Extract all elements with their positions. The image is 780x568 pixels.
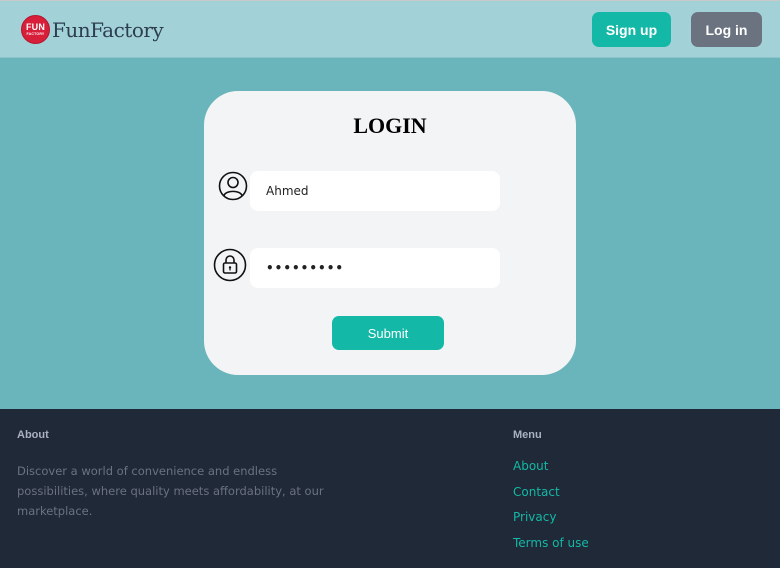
login-card: LOGIN Ahmed ••••••••• Submit: [204, 91, 576, 375]
funfactory-logo-icon: FUN FACTORY: [21, 15, 50, 44]
footer-about: About Discover a world of convenience an…: [17, 429, 337, 521]
footer-link-contact[interactable]: Contact: [513, 482, 713, 508]
footer-about-text: Discover a world of convenience and endl…: [17, 464, 324, 518]
username-input[interactable]: Ahmed: [250, 171, 500, 211]
signup-button[interactable]: Sign up: [592, 12, 671, 47]
footer-about-heading: About: [17, 429, 49, 441]
logo-text-fun: FUN: [25, 22, 46, 33]
footer-link-terms[interactable]: Terms of use: [513, 533, 713, 559]
login-title: LOGIN: [353, 113, 427, 138]
lock-circle-icon: [213, 248, 247, 282]
top-navbar: FUN FACTORY FunFactory Sign up Log in: [0, 0, 780, 58]
brand-name: FunFactory: [52, 17, 164, 42]
footer-menu-list: About Contact Privacy Terms of use: [513, 456, 713, 559]
brand[interactable]: FUN FACTORY FunFactory: [21, 15, 164, 44]
footer-menu: Menu About Contact Privacy Terms of use: [513, 429, 713, 559]
footer-menu-heading: Menu: [513, 429, 542, 441]
footer-link-privacy[interactable]: Privacy: [513, 507, 713, 533]
password-input[interactable]: •••••••••: [250, 248, 500, 288]
user-circle-icon: [218, 171, 248, 201]
footer: About Discover a world of convenience an…: [0, 409, 780, 568]
logo-text-factory: FACTORY: [26, 32, 45, 37]
login-nav-button[interactable]: Log in: [691, 12, 762, 47]
submit-button[interactable]: Submit: [332, 316, 444, 350]
footer-link-about[interactable]: About: [513, 456, 713, 482]
